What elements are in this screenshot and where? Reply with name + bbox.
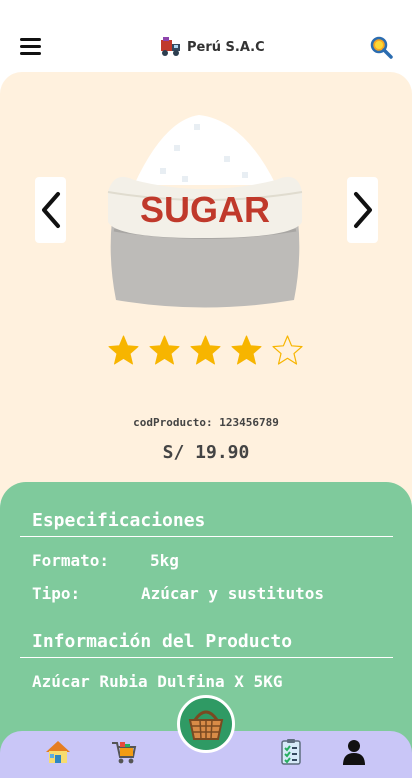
product-image-label: SUGAR — [140, 189, 270, 230]
star-filled-icon — [149, 335, 180, 365]
clipboard-list-icon[interactable] — [277, 738, 305, 766]
product-price: S/ 19.90 — [162, 442, 250, 463]
basket-button[interactable] — [177, 695, 235, 753]
star-filled-icon — [231, 335, 262, 365]
chevron-right-icon — [353, 192, 372, 228]
hamburger-menu-icon[interactable] — [20, 38, 41, 55]
star-rating — [107, 334, 304, 367]
info-title: Información del Producto — [32, 631, 293, 652]
user-icon[interactable] — [340, 738, 368, 766]
shopping-cart-icon[interactable] — [110, 738, 138, 766]
star-empty-icon — [272, 335, 303, 365]
spec-format-value: 5kg — [150, 551, 179, 570]
star-filled-icon — [108, 335, 139, 365]
home-icon[interactable] — [44, 738, 72, 766]
spec-type-value: Azúcar y sustitutos — [141, 584, 325, 603]
chevron-left-icon — [41, 192, 60, 228]
product-code: codProducto: 123456789 — [133, 416, 279, 429]
spec-type-label: Tipo: — [32, 584, 81, 603]
brand: Perú S.A.C — [160, 36, 265, 58]
spec-format-label: Formato: — [32, 551, 110, 570]
info-divider — [20, 657, 393, 658]
specs-title: Especificaciones — [32, 510, 206, 531]
specs-divider — [20, 536, 393, 537]
brand-title: Perú S.A.C — [187, 39, 265, 55]
basket-icon — [188, 710, 224, 740]
previous-image-button[interactable] — [35, 177, 66, 243]
product-hero: SUGAR codProducto: 123456789 S/ 19.90 — [0, 72, 412, 502]
next-image-button[interactable] — [347, 177, 378, 243]
sugar-sack-image: SUGAR — [104, 110, 306, 310]
delivery-truck-icon — [161, 37, 180, 56]
product-description: Azúcar Rubia Dulfina X 5KG — [32, 672, 283, 691]
search-magnifier-icon[interactable] — [369, 35, 393, 59]
top-bar: Perú S.A.C — [0, 0, 412, 72]
star-filled-icon — [190, 335, 221, 365]
